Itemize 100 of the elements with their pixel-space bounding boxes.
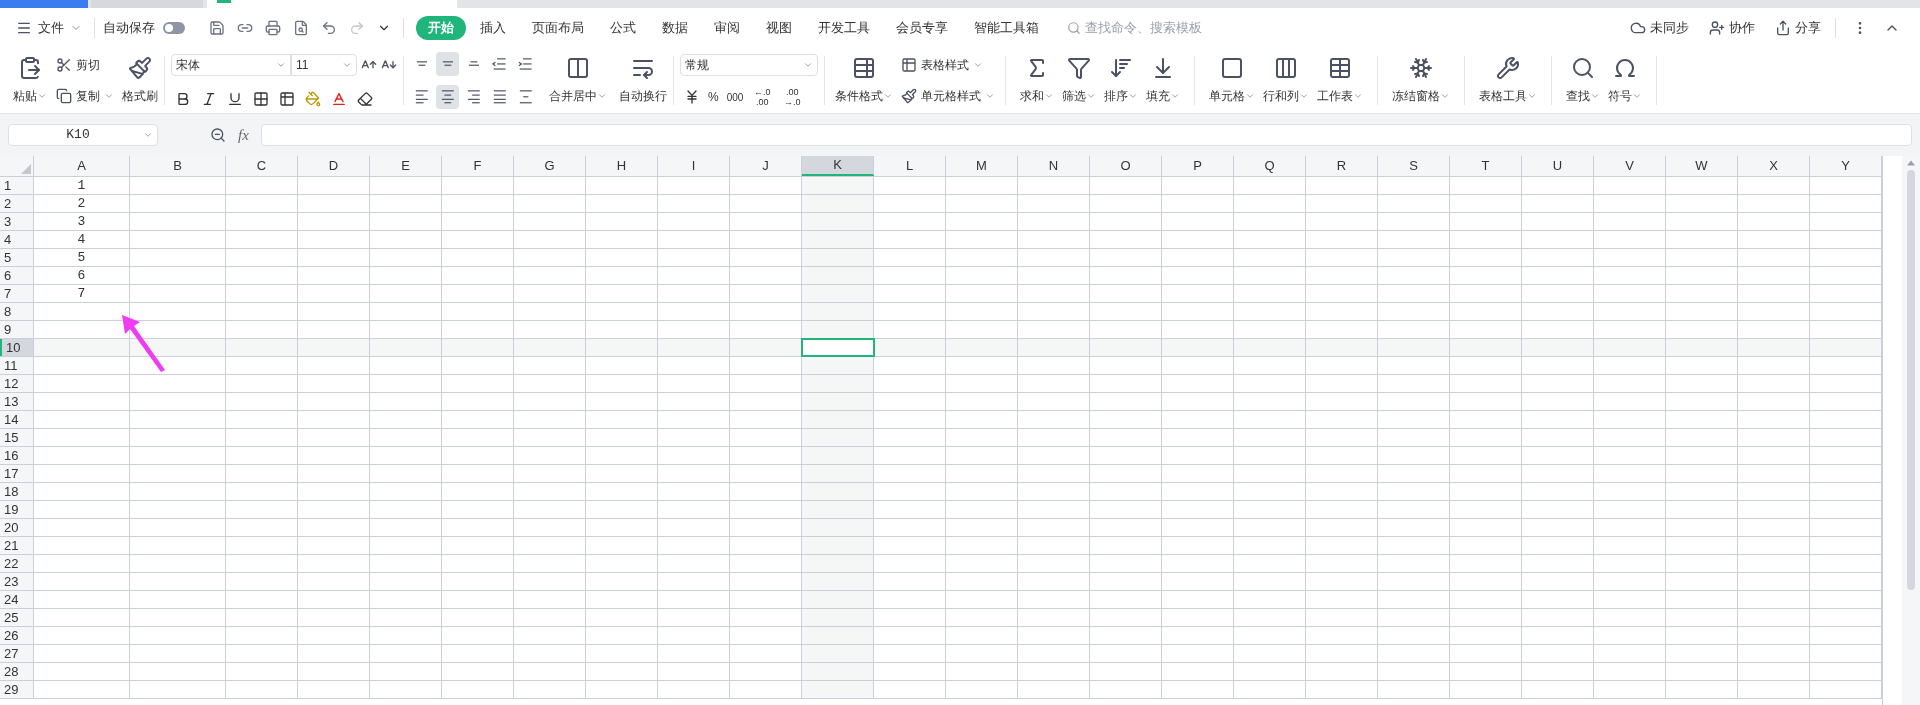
underline-icon[interactable] [227,91,243,107]
highlighted-column-cell[interactable] [802,555,874,572]
ribbon-tool-button[interactable]: 工作表 [1317,52,1363,109]
scroll-up-icon[interactable] [1907,160,1915,166]
highlighted-column-cell[interactable] [802,411,874,428]
cell-format-icon[interactable] [279,91,295,107]
row-header[interactable]: 11 [0,357,34,374]
ribbon-tool-button[interactable]: 排序 [1104,52,1138,109]
column-header[interactable]: A [34,156,130,176]
row-header[interactable]: 23 [0,573,34,590]
column-header[interactable]: E [370,156,442,176]
highlighted-column-cell[interactable] [802,357,874,374]
highlighted-column-cell[interactable] [802,447,874,464]
ribbon-tab[interactable]: 数据 [650,16,700,40]
formula-input[interactable] [260,124,1912,146]
currency-icon[interactable] [684,89,700,105]
ribbon-tab[interactable]: 视图 [754,16,804,40]
bold-icon[interactable] [175,91,191,107]
conditional-format-button[interactable]: 条件格式 [835,52,893,109]
row-header[interactable]: 7 [0,285,34,302]
row-header[interactable]: 22 [0,555,34,572]
highlighted-column-cell[interactable] [802,249,874,266]
ribbon-tab[interactable]: 公式 [598,16,648,40]
highlighted-column-cell[interactable] [802,393,874,410]
undo-icon[interactable] [321,20,337,36]
highlighted-column-cell[interactable] [802,609,874,626]
row-header[interactable]: 24 [0,591,34,608]
column-header[interactable]: T [1450,156,1522,176]
column-header[interactable]: B [130,156,226,176]
redo-icon[interactable] [349,20,365,36]
highlighted-column-cell[interactable] [802,285,874,302]
highlighted-column-cell[interactable] [802,195,874,212]
ribbon-tool-button[interactable]: 填充 [1146,52,1180,109]
column-header[interactable]: K [802,156,874,176]
row-header[interactable]: 3 [0,213,34,230]
header-action[interactable]: 分享 [1769,18,1827,38]
ribbon-tool-button[interactable]: 查找 [1566,52,1600,109]
cell-style-button[interactable]: 单元格样式 [901,87,995,105]
highlighted-column-cell[interactable] [802,267,874,284]
font-size-select[interactable]: 11 [291,54,357,76]
column-header[interactable]: V [1594,156,1666,176]
ribbon-tool-button[interactable]: 筛选 [1062,52,1096,109]
print-icon[interactable] [265,20,281,36]
row-header[interactable]: 29 [0,681,34,698]
print-preview-icon[interactable] [293,20,309,36]
highlighted-column-cell[interactable] [802,303,874,320]
row-header[interactable]: 17 [0,465,34,482]
highlighted-column-cell[interactable] [802,177,874,194]
highlighted-column-cell[interactable] [802,231,874,248]
italic-icon[interactable] [201,91,217,107]
column-header[interactable]: F [442,156,514,176]
autosave-toggle[interactable] [163,22,185,34]
row-header[interactable]: 19 [0,501,34,518]
increase-decimal-button[interactable]: ←.0 .00 [751,87,774,107]
row-header[interactable]: 27 [0,645,34,662]
highlighted-column-cell[interactable] [802,591,874,608]
column-header[interactable]: X [1738,156,1810,176]
ribbon-tool-button[interactable]: 单元格 [1209,52,1255,109]
table-cell[interactable]: 7 [34,285,130,302]
row-header[interactable]: 20 [0,519,34,536]
column-header[interactable]: G [514,156,586,176]
format-painter-button[interactable]: 格式刷 [122,52,158,109]
row-header[interactable]: 14 [0,411,34,428]
column-header[interactable]: M [946,156,1018,176]
table-cell[interactable]: 6 [34,267,130,284]
column-header[interactable]: D [298,156,370,176]
ribbon-tool-button[interactable]: 行和列 [1263,52,1309,109]
row-header[interactable]: 8 [0,303,34,320]
cut-button[interactable]: 剪切 [56,56,114,74]
row-header[interactable]: 26 [0,627,34,644]
font-color-icon[interactable] [331,91,347,107]
highlighted-column-cell[interactable] [802,321,874,338]
highlighted-column-cell[interactable] [802,429,874,446]
wrap-text-button[interactable]: 自动换行 [619,52,667,109]
ribbon-tool-button[interactable]: 符号 [1608,52,1642,109]
ribbon-tab[interactable]: 开发工具 [806,16,882,40]
row-header[interactable]: 10 [0,339,34,356]
row-header[interactable]: 13 [0,393,34,410]
highlighted-column-cell[interactable] [802,663,874,680]
active-cell[interactable] [802,339,874,356]
save-icon[interactable] [209,20,225,36]
table-cell[interactable]: 2 [34,195,130,212]
highlighted-column-cell[interactable] [802,537,874,554]
highlighted-column-cell[interactable] [802,519,874,536]
column-header[interactable]: I [658,156,730,176]
row-header[interactable]: 6 [0,267,34,284]
row-header[interactable]: 15 [0,429,34,446]
row-header[interactable]: 21 [0,537,34,554]
ribbon-tab[interactable]: 会员专享 [884,16,960,40]
row-header[interactable]: 28 [0,663,34,680]
row-header[interactable]: 4 [0,231,34,248]
column-header[interactable]: C [226,156,298,176]
row-header[interactable]: 1 [0,177,34,194]
ribbon-tab[interactable]: 页面布局 [520,16,596,40]
highlighted-column-cell[interactable] [802,465,874,482]
highlighted-column-cell[interactable] [802,681,874,698]
number-format-select[interactable]: 常规 [680,54,818,76]
ribbon-tab[interactable]: 审阅 [702,16,752,40]
table-cell[interactable]: 1 [34,177,130,194]
app-tab[interactable] [0,0,88,8]
